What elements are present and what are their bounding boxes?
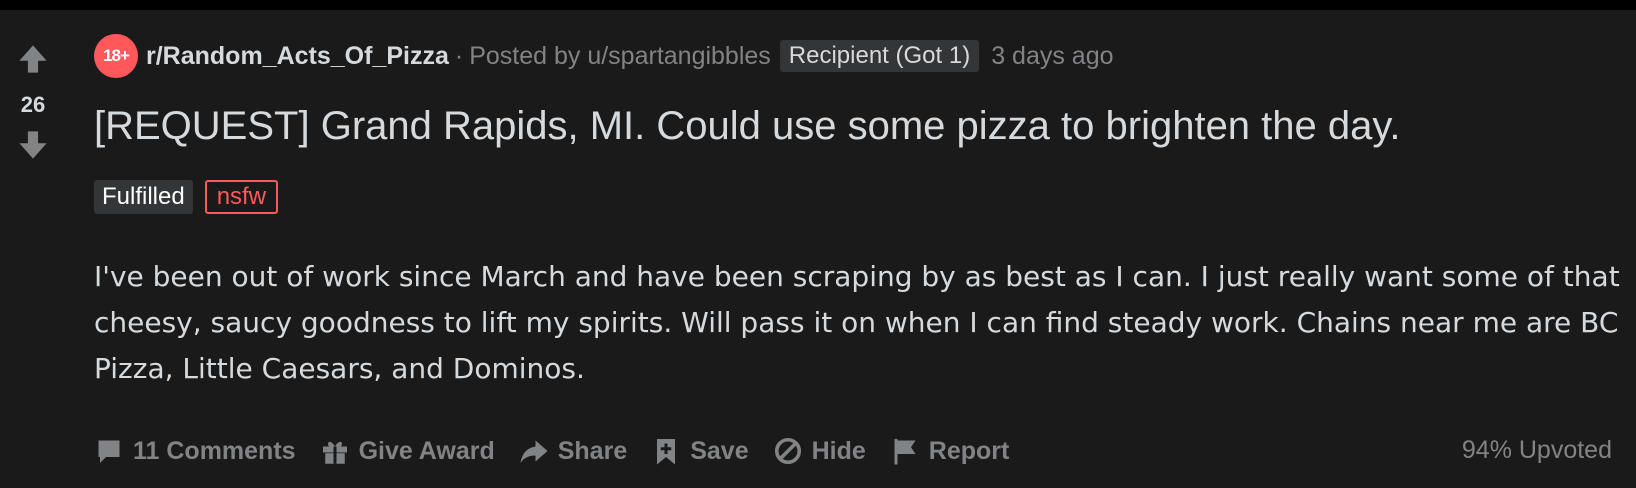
posted-by-link[interactable]: Posted by u/spartangibbles: [469, 42, 771, 71]
post-body: I've been out of work since March and ha…: [94, 260, 1620, 385]
user-flair: Recipient (Got 1): [779, 40, 980, 72]
post-flairs: Fulfilled nsfw: [94, 180, 279, 214]
gift-icon: [322, 441, 347, 464]
subreddit-icon[interactable]: 18+: [94, 34, 138, 78]
post-meta: 18+ r/Random_Acts_Of_Pizza · Posted by u…: [94, 34, 1114, 78]
fulfilled-flair[interactable]: Fulfilled: [94, 180, 193, 214]
save-label: Save: [690, 436, 749, 465]
give-award-label: Give Award: [358, 436, 495, 465]
give-award-button[interactable]: Give Award: [320, 436, 495, 466]
share-arrow-icon: [520, 440, 548, 463]
vote-score: 26: [20, 92, 46, 117]
flag-icon: [894, 439, 916, 465]
vote-column: 26: [0, 10, 66, 488]
report-label: Report: [928, 436, 1010, 465]
post-actions: 11 Comments Give Award Share Save Hide R…: [94, 428, 1636, 474]
share-label: Share: [557, 436, 628, 465]
comments-label: 11 Comments: [133, 436, 296, 465]
comment-bubble-icon: [98, 440, 120, 463]
hide-button[interactable]: Hide: [773, 436, 866, 466]
upvote-ratio: 94% Upvoted: [1461, 436, 1612, 464]
post-card: 26 18+ r/Random_Acts_Of_Pizza · Posted b…: [0, 0, 1636, 488]
nsfw-badge: nsfw: [204, 180, 279, 214]
upvote-button[interactable]: [16, 42, 50, 76]
arrow-up-icon: [19, 45, 47, 73]
hide-label: Hide: [811, 436, 866, 465]
comments-button[interactable]: 11 Comments: [94, 436, 296, 466]
prohibit-icon: [774, 437, 801, 465]
arrow-down-icon: [19, 131, 47, 159]
report-button[interactable]: Report: [890, 436, 1010, 466]
post-time[interactable]: 3 days ago: [991, 42, 1113, 71]
downvote-button[interactable]: [16, 128, 50, 162]
subreddit-link[interactable]: r/Random_Acts_Of_Pizza: [146, 42, 449, 71]
bookmark-plus-icon: [657, 439, 676, 465]
save-button[interactable]: Save: [651, 436, 749, 466]
share-button[interactable]: Share: [519, 436, 627, 466]
meta-separator: ·: [454, 41, 464, 70]
post-title[interactable]: [REQUEST] Grand Rapids, MI. Could use so…: [94, 104, 1401, 149]
